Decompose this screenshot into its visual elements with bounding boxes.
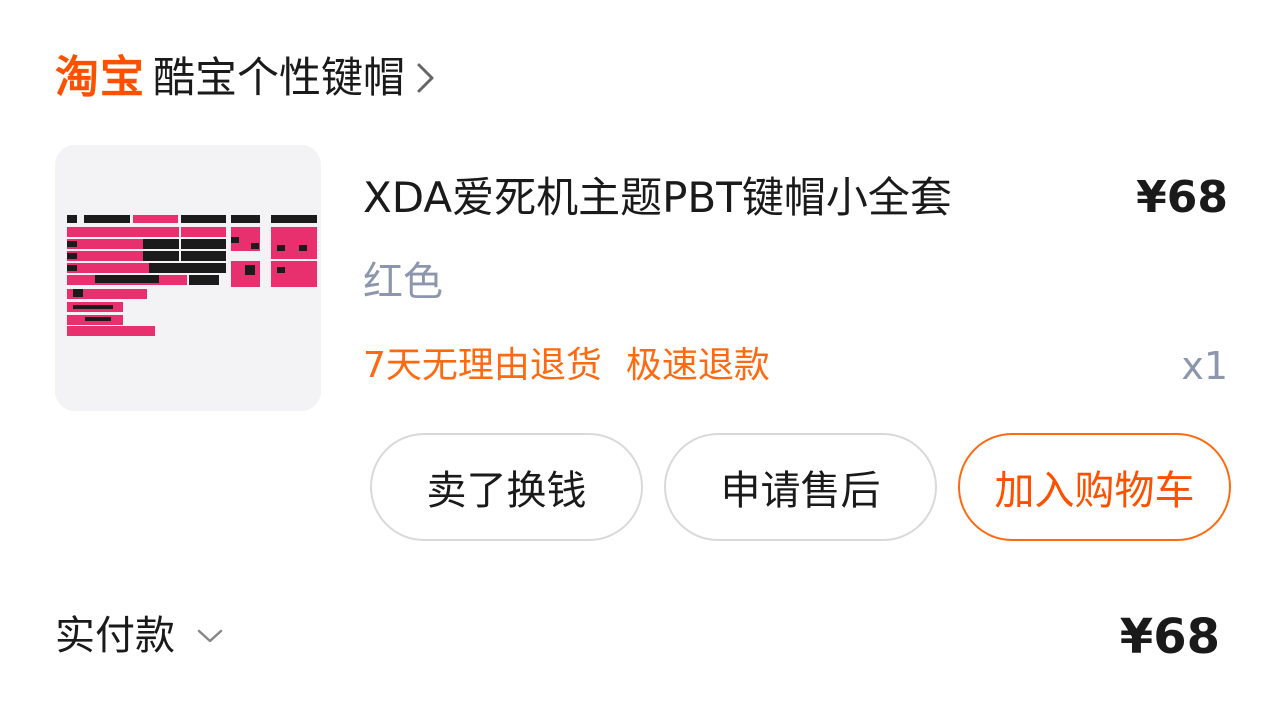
product-quantity: x1 <box>1181 344 1228 388</box>
payment-toggle[interactable]: 实付款 <box>55 608 229 664</box>
after-sale-button[interactable]: 申请售后 <box>664 433 937 541</box>
service-tag-return: 7天无理由退货 <box>363 345 602 386</box>
taobao-logo: 淘宝 <box>55 52 145 103</box>
sell-button[interactable]: 卖了换钱 <box>370 433 643 541</box>
chevron-down-icon[interactable] <box>195 624 229 648</box>
service-tags: 7天无理由退货 极速退款 <box>363 342 770 390</box>
product-image[interactable] <box>55 145 321 411</box>
payment-label: 实付款 <box>55 613 175 659</box>
product-variant: 红色 <box>363 259 443 305</box>
chevron-right-icon[interactable] <box>415 60 441 96</box>
product-price: ¥68 <box>1136 172 1228 223</box>
service-tag-refund: 极速退款 <box>625 345 770 386</box>
add-to-cart-button[interactable]: 加入购物车 <box>958 433 1231 541</box>
product-title[interactable]: XDA爱死机主题PBT键帽小全套 <box>363 172 952 224</box>
shop-name[interactable]: 酷宝个性键帽 <box>153 57 405 99</box>
keyboard-keycaps-image <box>55 145 321 411</box>
shop-header[interactable]: 淘宝 酷宝个性键帽 <box>55 48 441 108</box>
payment-amount: ¥68 <box>1119 609 1220 665</box>
